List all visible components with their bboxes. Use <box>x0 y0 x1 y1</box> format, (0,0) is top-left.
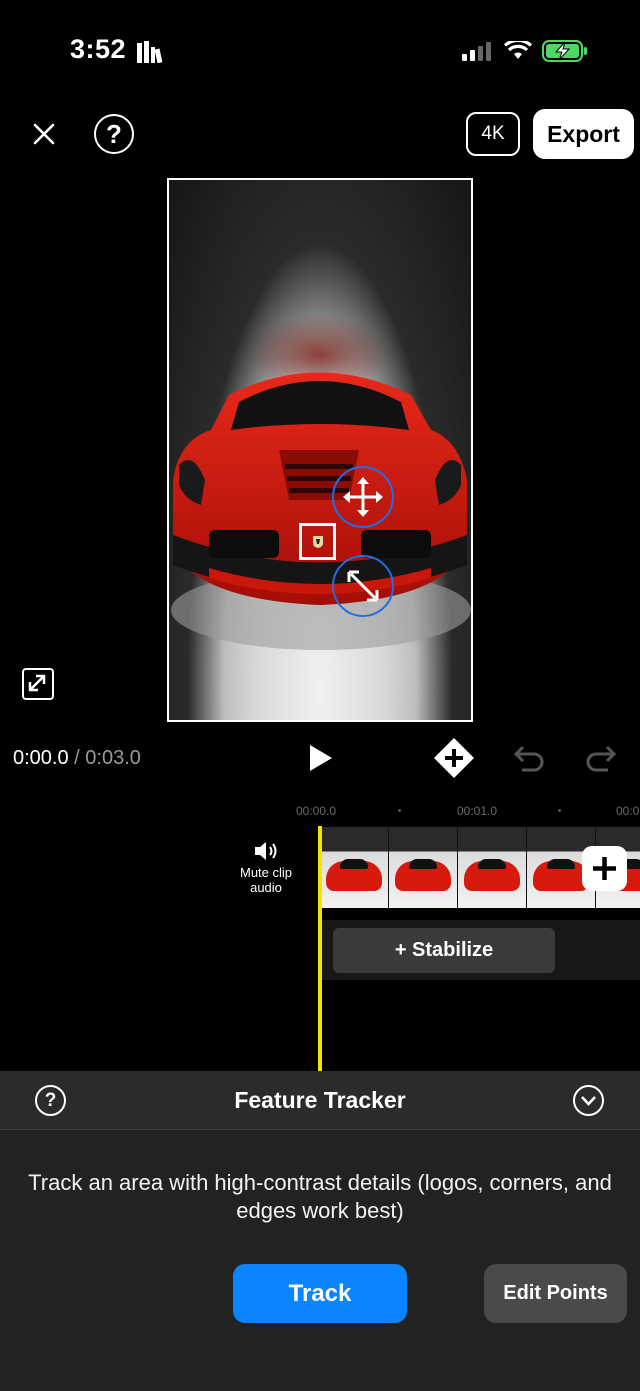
logo-icon <box>312 535 323 548</box>
export-button[interactable]: Export <box>533 109 634 159</box>
video-preview[interactable] <box>167 178 473 722</box>
status-time: 3:52 <box>70 34 127 64</box>
redo-button[interactable] <box>582 738 622 778</box>
library-icon <box>137 41 163 64</box>
car-image <box>171 315 471 650</box>
close-icon <box>33 123 55 145</box>
ruler-label: 00:0 <box>616 804 640 818</box>
signal-icon <box>462 42 491 61</box>
plus-icon <box>593 857 616 880</box>
clip-frame <box>389 827 458 908</box>
help-icon: ? <box>106 118 122 149</box>
play-button[interactable] <box>302 740 338 776</box>
status-icons <box>462 40 588 62</box>
edit-points-button[interactable]: Edit Points <box>484 1264 627 1323</box>
clip-frame <box>458 827 527 908</box>
panel-title: Feature Tracker <box>234 1087 406 1113</box>
move-handle[interactable] <box>331 465 395 529</box>
resize-handle[interactable] <box>331 554 395 618</box>
help-button[interactable]: ? <box>94 114 134 154</box>
resolution-button[interactable]: 4K <box>466 112 520 156</box>
close-button[interactable] <box>24 114 64 154</box>
speaker-icon <box>255 842 277 860</box>
collapse-panel-button[interactable] <box>573 1085 604 1116</box>
undo-button[interactable] <box>508 738 548 778</box>
clip-frame <box>320 827 389 908</box>
panel-description: Track an area with high-contrast details… <box>28 1170 612 1223</box>
ruler-label: 00:00.0 <box>296 804 337 818</box>
playhead[interactable] <box>318 826 322 1072</box>
time-separator: / <box>68 747 86 769</box>
add-keyframe-icon <box>434 738 474 778</box>
play-icon <box>310 745 332 771</box>
wifi-icon <box>504 41 532 59</box>
battery-charging-icon <box>542 40 587 62</box>
ruler-dot <box>398 809 401 812</box>
current-time: 0:00.0 <box>13 747 69 769</box>
add-clip-button[interactable] <box>582 846 627 891</box>
mute-clip-button[interactable]: Mute clip audio <box>228 840 304 895</box>
undo-icon <box>513 745 544 772</box>
track-button[interactable]: Track <box>233 1264 407 1323</box>
timecode: 0:00.0 / 0:03.0 <box>13 747 141 770</box>
redo-icon <box>586 745 617 772</box>
expand-icon <box>28 674 46 692</box>
fullscreen-button[interactable] <box>22 668 54 700</box>
ruler-label: 00:01.0 <box>457 804 498 818</box>
stabilize-button[interactable]: + Stabilize <box>333 928 555 973</box>
mute-label: Mute clip audio <box>239 865 293 895</box>
ruler-dot <box>558 809 561 812</box>
add-keyframe-button[interactable] <box>432 736 476 780</box>
move-icon <box>332 466 394 528</box>
resize-icon <box>332 555 394 617</box>
chevron-down-icon <box>581 1096 596 1106</box>
total-time: 0:03.0 <box>85 747 141 769</box>
